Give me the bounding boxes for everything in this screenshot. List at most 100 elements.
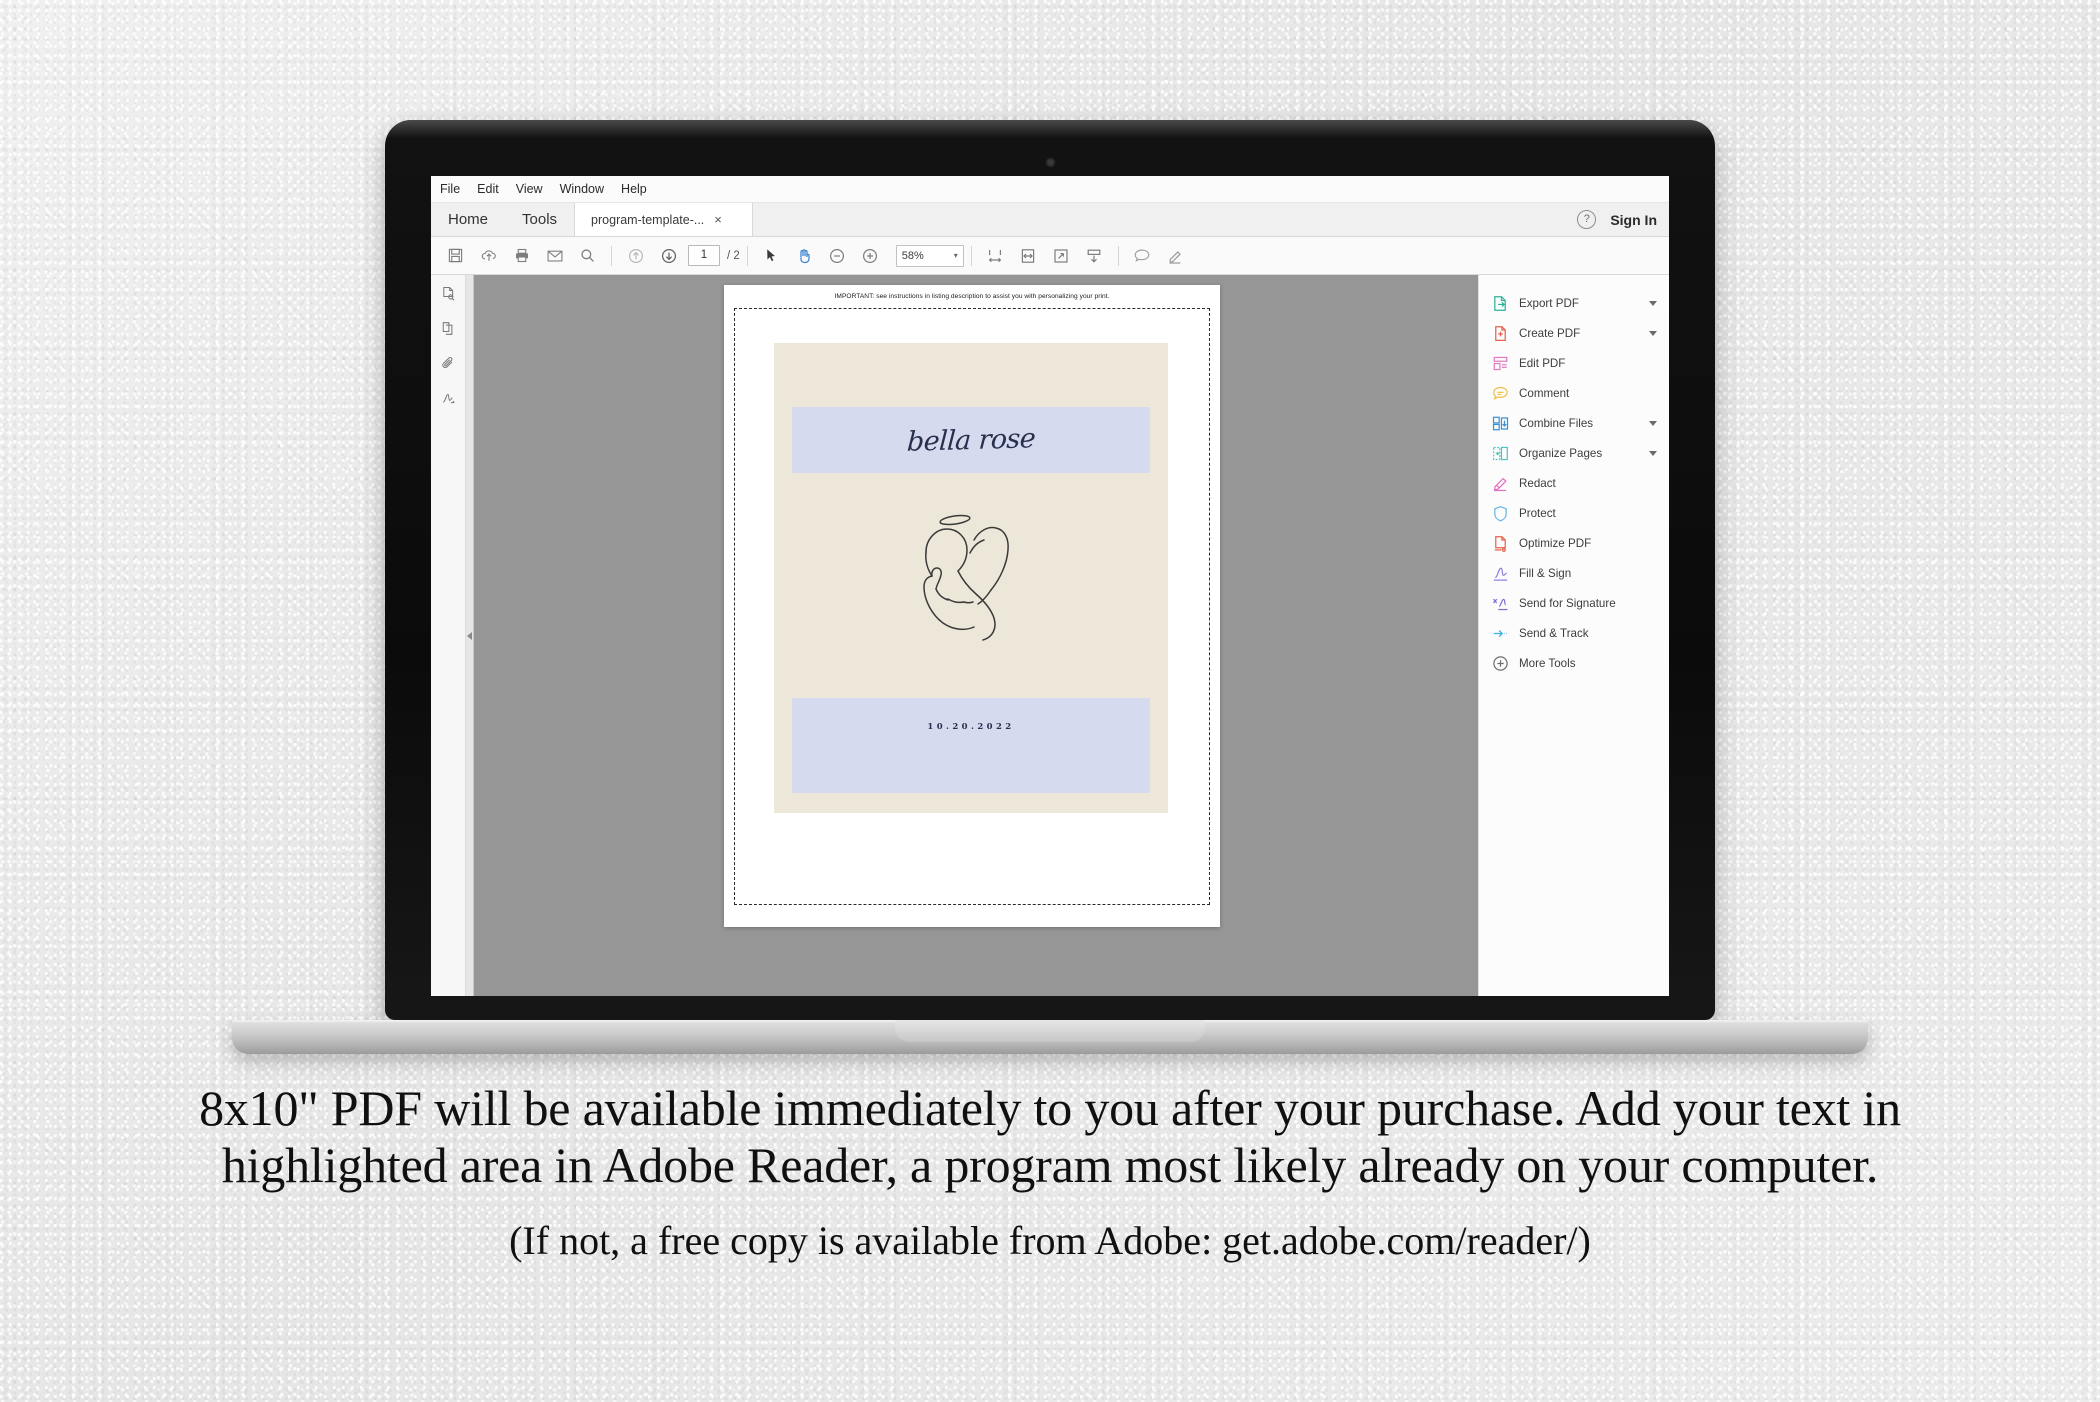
tab-document-label: program-template-... <box>591 212 705 227</box>
chevron-down-icon[interactable] <box>1649 330 1657 336</box>
tool-organize-pages[interactable]: Organize Pages <box>1479 438 1669 468</box>
fit-page-icon[interactable] <box>1012 240 1045 271</box>
tool-create-pdf[interactable]: Create PDF <box>1479 318 1669 348</box>
menu-item-edit[interactable]: Edit <box>477 182 499 196</box>
zoom-level-select[interactable]: 58% ▾ <box>895 244 964 267</box>
tool-send-and-track[interactable]: Send & Track <box>1479 618 1669 648</box>
tool-label: Redact <box>1519 476 1556 490</box>
help-icon[interactable]: ? <box>1577 210 1597 229</box>
laptop-lid: File Edit View Window Help Home Tools pr… <box>385 120 1715 1020</box>
tool-export-pdf[interactable]: Export PDF <box>1479 288 1669 318</box>
zoom-level-value: 58% <box>901 249 924 262</box>
scroll-down-icon[interactable] <box>1078 240 1111 271</box>
page-number-input[interactable]: 1 <box>688 245 720 266</box>
tab-tools[interactable]: Tools <box>505 203 575 236</box>
attachments-icon[interactable] <box>441 356 456 376</box>
shield-icon <box>1494 505 1507 522</box>
caption-line-2: highlighted area in Adobe Reader, a prog… <box>221 1136 1879 1193</box>
laptop-trackpad-notch <box>895 1020 1205 1042</box>
tool-label: Edit PDF <box>1519 356 1566 370</box>
caption-line-1: 8x10" PDF will be available immediately … <box>199 1080 1901 1136</box>
fit-width-icon[interactable] <box>979 240 1012 271</box>
tool-label: Optimize PDF <box>1519 536 1592 550</box>
sign-in-button[interactable]: Sign In <box>1610 212 1657 228</box>
menu-bar: File Edit View Window Help <box>431 176 1669 203</box>
tool-redact[interactable]: Redact <box>1479 468 1669 498</box>
page-thumbnails-icon[interactable] <box>441 286 456 306</box>
chevron-down-icon[interactable] <box>1649 300 1657 306</box>
document-viewport[interactable]: IMPORTANT: see instructions in listing d… <box>466 275 1478 996</box>
chevron-down-icon: ▾ <box>953 251 958 260</box>
tool-label: Export PDF <box>1519 296 1579 310</box>
previous-page-icon[interactable] <box>619 240 652 271</box>
tool-protect[interactable]: Protect <box>1479 498 1669 528</box>
menu-item-help[interactable]: Help <box>621 182 647 196</box>
tool-label: Send for Signature <box>1519 596 1616 610</box>
zoom-in-icon[interactable] <box>854 240 887 271</box>
laptop-mockup: File Edit View Window Help Home Tools pr… <box>0 0 2100 1070</box>
edit-pdf-icon <box>1493 356 1508 370</box>
tool-label: Combine Files <box>1519 416 1594 430</box>
toolbar: 1 / 2 58% ▾ <box>431 237 1669 275</box>
comment-icon[interactable] <box>1126 240 1159 271</box>
workspace: IMPORTANT: see instructions in listing d… <box>431 275 1669 996</box>
collapse-panel-handle[interactable] <box>466 275 474 996</box>
chevron-down-icon[interactable] <box>1649 420 1657 426</box>
search-icon[interactable] <box>571 240 604 271</box>
tool-comment[interactable]: Comment <box>1479 378 1669 408</box>
tool-edit-pdf[interactable]: Edit PDF <box>1479 348 1669 378</box>
tool-label: Organize Pages <box>1519 446 1603 460</box>
zoom-out-icon[interactable] <box>821 240 854 271</box>
menu-item-window[interactable]: Window <box>560 182 604 196</box>
webcam-icon <box>1046 158 1055 167</box>
tools-panel: Export PDF Create PDF Edit PDF Comment C… <box>1478 275 1669 996</box>
editable-name-field[interactable]: bella rose <box>792 407 1150 473</box>
toolbar-separator <box>611 245 612 266</box>
toolbar-separator <box>1117 245 1119 266</box>
create-pdf-icon <box>1495 325 1506 341</box>
menu-item-view[interactable]: View <box>516 182 543 196</box>
send-for-signature-icon <box>1493 598 1508 610</box>
account-area: ? Sign In <box>1577 203 1657 236</box>
toolbar-separator <box>970 245 972 266</box>
organize-pages-icon <box>1493 446 1508 460</box>
tool-label: Create PDF <box>1519 326 1581 340</box>
editable-date-field[interactable]: 10.20.2022 <box>792 698 1150 793</box>
optimize-pdf-icon <box>1494 535 1506 552</box>
fullscreen-icon[interactable] <box>1045 240 1078 271</box>
redact-marker-icon <box>1493 477 1507 491</box>
email-icon[interactable] <box>538 240 571 271</box>
tool-label: Comment <box>1519 386 1570 400</box>
hand-tool-icon[interactable] <box>788 240 821 271</box>
tool-send-for-signature[interactable]: Send for Signature <box>1479 588 1669 618</box>
date-text: 10.20.2022 <box>927 722 1015 732</box>
tab-document[interactable]: program-template-... × <box>574 203 754 236</box>
comment-bubble-icon <box>1493 386 1508 400</box>
menu-item-file[interactable]: File <box>440 182 460 196</box>
left-navigation-rail <box>431 275 466 996</box>
highlight-icon[interactable] <box>1159 240 1192 271</box>
page-total-label: / 2 <box>727 249 740 262</box>
tool-label: Send & Track <box>1519 626 1589 640</box>
tool-fill-and-sign[interactable]: Fill & Sign <box>1479 558 1669 588</box>
print-icon[interactable] <box>505 240 538 271</box>
acrobat-reader-window: File Edit View Window Help Home Tools pr… <box>431 176 1669 996</box>
caption-block: 8x10" PDF will be available immediately … <box>0 1080 2100 1264</box>
export-pdf-icon <box>1494 295 1506 311</box>
chevron-down-icon[interactable] <box>1649 450 1657 456</box>
close-icon[interactable]: × <box>714 213 722 226</box>
tool-more-tools[interactable]: More Tools <box>1479 648 1669 678</box>
save-icon[interactable] <box>439 240 472 271</box>
page-copy-icon[interactable] <box>441 321 456 341</box>
tool-optimize-pdf[interactable]: Optimize PDF <box>1479 528 1669 558</box>
combine-files-icon <box>1492 416 1509 430</box>
tool-label: More Tools <box>1519 656 1576 670</box>
send-and-track-icon <box>1493 629 1507 637</box>
next-page-icon[interactable] <box>652 240 685 271</box>
tool-label: Fill & Sign <box>1519 566 1572 580</box>
signature-icon[interactable] <box>441 391 456 411</box>
tab-home[interactable]: Home <box>431 203 506 236</box>
upload-cloud-icon[interactable] <box>472 240 505 271</box>
select-tool-icon[interactable] <box>755 240 788 271</box>
tool-combine-files[interactable]: Combine Files <box>1479 408 1669 438</box>
